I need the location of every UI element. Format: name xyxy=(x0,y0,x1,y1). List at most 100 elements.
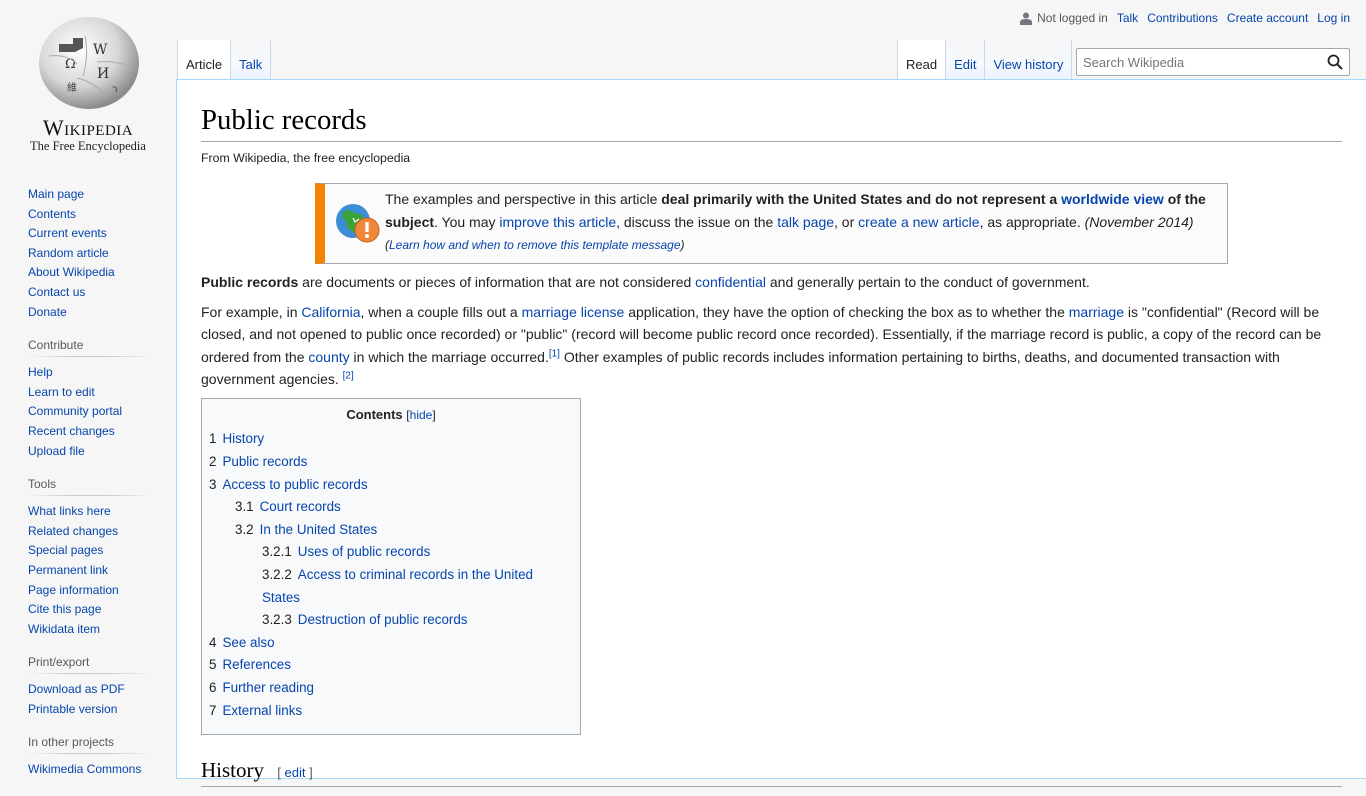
sidebar-link-special-pages[interactable]: Special pages xyxy=(28,543,103,557)
toc-number: 3.2.2 xyxy=(262,567,292,583)
reference-2-link[interactable]: [2] xyxy=(343,370,354,381)
marriage-link[interactable]: marriage xyxy=(1069,304,1124,320)
search-input[interactable] xyxy=(1077,49,1317,75)
example-text-3: application, they have the option of che… xyxy=(624,303,1069,320)
reference-1-link[interactable]: [1] xyxy=(549,348,560,359)
article-content: Public records From Wikipedia, the free … xyxy=(176,79,1366,788)
toc-link-access-to-criminal-records-in-the-united-states[interactable]: Access to criminal records in the United… xyxy=(262,567,533,605)
toc-link-history[interactable]: History xyxy=(222,431,264,446)
toc-hide-toggle[interactable]: hide xyxy=(410,408,433,422)
toc-item[interactable]: 4 See also xyxy=(209,632,573,655)
toc-item[interactable]: 3 Access to public records xyxy=(209,474,573,497)
toc-item[interactable]: 3.1 Court records xyxy=(209,496,573,519)
toc-item[interactable]: 7 External links xyxy=(209,700,573,723)
svg-text:ר: ר xyxy=(112,84,118,95)
example-text-1: For example, in xyxy=(201,303,302,320)
create-new-article-link[interactable]: create a new article xyxy=(858,214,979,230)
sidebar-link-contact-us[interactable]: Contact us xyxy=(28,285,85,299)
sidebar-link-what-links-here[interactable]: What links here xyxy=(28,504,111,518)
user-icon xyxy=(1020,12,1033,25)
svg-text:維: 維 xyxy=(67,81,77,94)
improve-article-link[interactable]: improve this article xyxy=(499,214,616,230)
toc-title: Contents [hide] xyxy=(346,407,436,423)
sidebar-link-printable-version[interactable]: Printable version xyxy=(28,702,117,716)
sidebar-item-recent-changes: Recent changes xyxy=(28,422,152,442)
sidebar-link-wikidata-item[interactable]: Wikidata item xyxy=(28,622,100,636)
toc-link-external-links[interactable]: External links xyxy=(222,703,302,718)
sidebar-heading-tools: Tools xyxy=(28,477,152,497)
toc-link-public-records[interactable]: Public records xyxy=(222,454,307,469)
search-icon[interactable] xyxy=(1327,54,1343,70)
talk-page-link[interactable]: talk page xyxy=(777,214,834,230)
toc-item[interactable]: 5 References xyxy=(209,654,573,677)
toc-link-destruction-of-public-records[interactable]: Destruction of public records xyxy=(298,612,468,627)
toc-link-access-to-public-records[interactable]: Access to public records xyxy=(222,477,367,492)
sidebar-item-special-pages: Special pages xyxy=(28,541,152,561)
tab-view-history-label: View history xyxy=(993,57,1064,72)
section-history-heading: History [ edit ] xyxy=(201,757,1342,788)
toc-item[interactable]: 3.2.1 Uses of public records xyxy=(209,541,573,564)
confidential-link[interactable]: confidential xyxy=(695,274,766,290)
toc-link-see-also[interactable]: See also xyxy=(222,635,274,650)
sidebar-item-printable-version: Printable version xyxy=(28,700,152,720)
notice-text: The examples and perspective in this art… xyxy=(381,188,1219,257)
sidebar-item-contact-us: Contact us xyxy=(28,283,152,303)
tab-edit[interactable]: Edit xyxy=(946,40,986,80)
toc-link-further-reading[interactable]: Further reading xyxy=(222,680,314,695)
sidebar-link-permanent-link[interactable]: Permanent link xyxy=(28,563,108,577)
not-logged-in-label: Not logged in xyxy=(1037,11,1108,25)
edit-history-section-link[interactable]: edit xyxy=(284,765,305,780)
toc-item[interactable]: 6 Further reading xyxy=(209,677,573,700)
sidebar-link-about-wikipedia[interactable]: About Wikipedia xyxy=(28,265,115,279)
contributions-link[interactable]: Contributions xyxy=(1147,11,1218,25)
globalize-notice: The examples and perspective in this art… xyxy=(315,183,1228,265)
toc-item[interactable]: 3.2.3 Destruction of public records xyxy=(209,609,573,632)
remove-template-link[interactable]: Learn how and when to remove this templa… xyxy=(389,238,681,252)
sidebar-link-page-information[interactable]: Page information xyxy=(28,583,119,597)
personal-talk-link[interactable]: Talk xyxy=(1117,11,1138,25)
sidebar-link-contents[interactable]: Contents xyxy=(28,207,76,221)
sidebar-link-download-as-pdf[interactable]: Download as PDF xyxy=(28,682,125,696)
notice-text-4: , or xyxy=(834,214,859,231)
sidebar-item-learn-to-edit: Learn to edit xyxy=(28,383,152,403)
toc-link-court-records[interactable]: Court records xyxy=(260,499,341,514)
sidebar-link-random-article[interactable]: Random article xyxy=(28,246,109,260)
sidebar-heading-contribute: Contribute xyxy=(28,338,152,358)
sidebar-link-current-events[interactable]: Current events xyxy=(28,226,107,240)
toc-item[interactable]: 3.2 In the United States xyxy=(209,519,573,542)
california-link[interactable]: California xyxy=(301,304,360,320)
wikipedia-logo[interactable]: Ω W И 維 ר Wikipedia The Free Encyclopedi… xyxy=(0,0,176,160)
sidebar-link-recent-changes[interactable]: Recent changes xyxy=(28,424,115,438)
sidebar-link-help[interactable]: Help xyxy=(28,365,53,379)
sidebar-link-wikimedia-commons[interactable]: Wikimedia Commons xyxy=(28,762,141,776)
sidebar-link-learn-to-edit[interactable]: Learn to edit xyxy=(28,385,95,399)
sidebar-link-donate[interactable]: Donate xyxy=(28,305,67,319)
sidebar-link-upload-file[interactable]: Upload file xyxy=(28,444,85,458)
marriage-license-link[interactable]: marriage license xyxy=(522,304,625,320)
sidebar-link-community-portal[interactable]: Community portal xyxy=(28,404,122,418)
sidebar-link-related-changes[interactable]: Related changes xyxy=(28,524,118,538)
tab-view-history[interactable]: View history xyxy=(985,40,1073,80)
worldwide-view-link[interactable]: worldwide view xyxy=(1061,191,1164,207)
toc-item[interactable]: 3.2.2 Access to criminal records in the U… xyxy=(209,564,573,609)
tab-article[interactable]: Article xyxy=(177,40,232,80)
toc-item[interactable]: 1 History xyxy=(209,428,573,451)
sidebar-link-cite-this-page[interactable]: Cite this page xyxy=(28,602,101,616)
toc-link-references[interactable]: References xyxy=(222,657,290,672)
toc-item[interactable]: 2 Public records xyxy=(209,451,573,474)
logo-wordmark: Wikipedia xyxy=(42,115,134,140)
county-link[interactable]: county xyxy=(308,349,349,365)
toc-link-uses-of-public-records[interactable]: Uses of public records xyxy=(298,544,430,559)
tab-read[interactable]: Read xyxy=(897,40,947,80)
log-in-link[interactable]: Log in xyxy=(1317,11,1350,25)
toc-number: 7 xyxy=(209,702,217,718)
sidebar-link-main-page[interactable]: Main page xyxy=(28,187,84,201)
toc-link-in-the-united-states[interactable]: In the United States xyxy=(260,522,378,537)
tab-talk[interactable]: Talk xyxy=(231,40,272,80)
sidebar-navigation: Main page Contents Current events Random ar… xyxy=(28,185,152,322)
sidebar-item-about-wikipedia: About Wikipedia xyxy=(28,263,152,283)
create-account-link[interactable]: Create account xyxy=(1227,11,1308,25)
tab-talk-label: Talk xyxy=(239,57,263,72)
sidebar-item-donate: Donate xyxy=(28,303,152,323)
svg-text:И: И xyxy=(97,66,109,82)
